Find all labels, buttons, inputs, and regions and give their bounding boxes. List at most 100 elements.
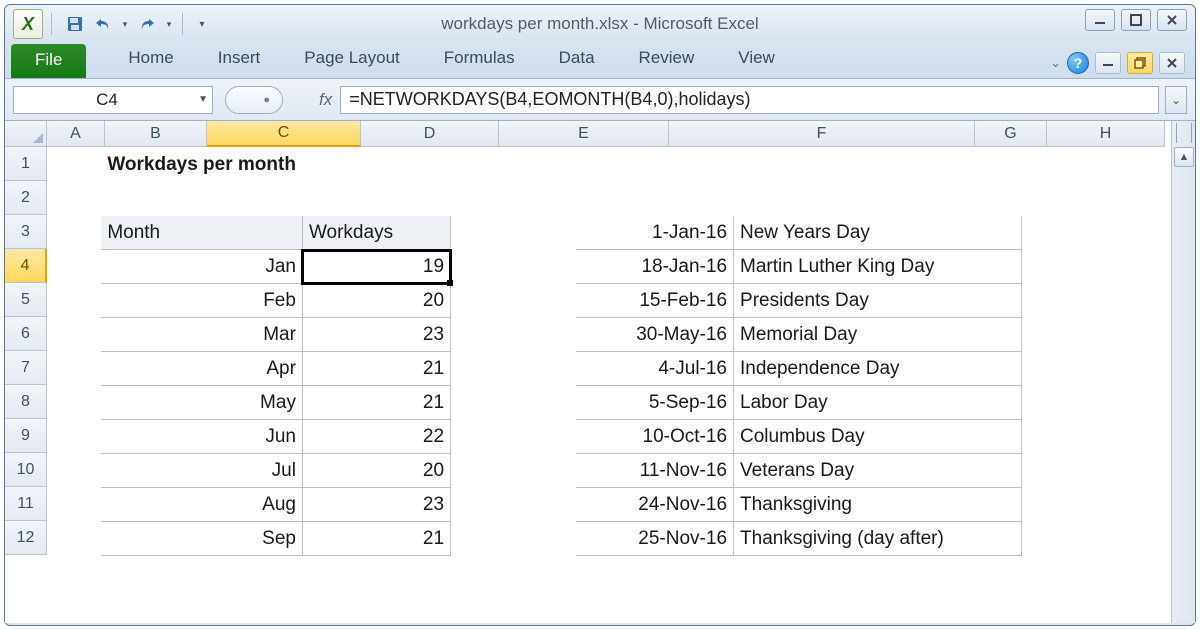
undo-icon[interactable] (90, 11, 116, 37)
cell-G12[interactable] (1022, 522, 1088, 556)
cell-F4[interactable]: Martin Luther King Day (734, 250, 1022, 284)
cell-B11[interactable]: Aug (101, 488, 303, 522)
cell-D12[interactable] (451, 522, 576, 556)
cell-C5[interactable]: 20 (302, 284, 450, 318)
cell-D11[interactable] (451, 488, 576, 522)
cell-C7[interactable]: 21 (302, 352, 450, 386)
cell-F2[interactable] (734, 182, 1022, 216)
cell-E11[interactable]: 24-Nov-16 (575, 488, 733, 522)
minimize-button[interactable] (1085, 9, 1115, 31)
cell-F5[interactable]: Presidents Day (734, 284, 1022, 318)
cell-C9[interactable]: 22 (302, 420, 450, 454)
row-header-2[interactable]: 2 (5, 181, 47, 215)
cell-D8[interactable] (451, 386, 576, 420)
cell-F11[interactable]: Thanksgiving (734, 488, 1022, 522)
cell-G2[interactable] (1022, 182, 1088, 216)
workbook-close-button[interactable] (1159, 52, 1185, 74)
cell-G3[interactable] (1022, 216, 1088, 250)
cell-B1[interactable]: Workdays per month (101, 148, 303, 182)
cell-B7[interactable]: Apr (101, 352, 303, 386)
cell-D9[interactable] (451, 420, 576, 454)
cell-A1[interactable] (48, 148, 101, 182)
column-header-F[interactable]: F (669, 121, 975, 147)
cell-C11[interactable]: 23 (302, 488, 450, 522)
cell-E2[interactable] (575, 182, 733, 216)
cell-A2[interactable] (48, 182, 101, 216)
column-header-B[interactable]: B (105, 121, 207, 147)
cell-B8[interactable]: May (101, 386, 303, 420)
cell-E1[interactable] (575, 148, 733, 182)
cell-C10[interactable]: 20 (302, 454, 450, 488)
tab-formulas[interactable]: Formulas (422, 42, 537, 78)
cell-G4[interactable] (1022, 250, 1088, 284)
row-header-4[interactable]: 4 (5, 249, 47, 283)
tab-data[interactable]: Data (537, 42, 617, 78)
column-header-H[interactable]: H (1047, 121, 1165, 147)
cell-B4[interactable]: Jan (101, 250, 303, 284)
maximize-button[interactable] (1121, 9, 1151, 31)
cell-A3[interactable] (48, 216, 101, 250)
cell-G6[interactable] (1022, 318, 1088, 352)
cell-G5[interactable] (1022, 284, 1088, 318)
cell-D5[interactable] (451, 284, 576, 318)
cell-F1[interactable] (734, 148, 1022, 182)
select-all-corner[interactable] (5, 121, 47, 147)
cell-G1[interactable] (1022, 148, 1088, 182)
tab-view[interactable]: View (716, 42, 797, 78)
close-button[interactable] (1157, 9, 1187, 31)
cell-D4[interactable] (451, 250, 576, 284)
cell-C8[interactable]: 21 (302, 386, 450, 420)
cell-C2[interactable] (302, 182, 450, 216)
row-header-11[interactable]: 11 (5, 487, 47, 521)
cell-B2[interactable] (101, 182, 303, 216)
tab-review[interactable]: Review (617, 42, 717, 78)
cell-E6[interactable]: 30-May-16 (575, 318, 733, 352)
row-header-1[interactable]: 1 (5, 147, 47, 181)
cell-A10[interactable] (48, 454, 101, 488)
cell-A9[interactable] (48, 420, 101, 454)
cell-G11[interactable] (1022, 488, 1088, 522)
cell-E4[interactable]: 18-Jan-16 (575, 250, 733, 284)
cell-E3[interactable]: 1-Jan-16 (575, 216, 733, 250)
cell-B5[interactable]: Feb (101, 284, 303, 318)
cell-F10[interactable]: Veterans Day (734, 454, 1022, 488)
cell-E9[interactable]: 10-Oct-16 (575, 420, 733, 454)
cell-E7[interactable]: 4-Jul-16 (575, 352, 733, 386)
cell-B12[interactable]: Sep (101, 522, 303, 556)
cell-A5[interactable] (48, 284, 101, 318)
row-header-9[interactable]: 9 (5, 419, 47, 453)
column-header-G[interactable]: G (975, 121, 1047, 147)
cell-F6[interactable]: Memorial Day (734, 318, 1022, 352)
cell-F7[interactable]: Independence Day (734, 352, 1022, 386)
cell-E10[interactable]: 11-Nov-16 (575, 454, 733, 488)
row-header-10[interactable]: 10 (5, 453, 47, 487)
cell-G8[interactable] (1022, 386, 1088, 420)
tab-page-layout[interactable]: Page Layout (282, 42, 421, 78)
cell-A4[interactable] (48, 250, 101, 284)
cell-E8[interactable]: 5-Sep-16 (575, 386, 733, 420)
tab-home[interactable]: Home (106, 42, 195, 78)
ribbon-min-chevron-icon[interactable]: ⌄ (1050, 55, 1061, 71)
cell-D2[interactable] (451, 182, 576, 216)
cell-G7[interactable] (1022, 352, 1088, 386)
file-tab[interactable]: File (11, 44, 86, 78)
row-header-6[interactable]: 6 (5, 317, 47, 351)
column-header-D[interactable]: D (361, 121, 499, 147)
save-icon[interactable] (62, 11, 88, 37)
formula-input[interactable]: =NETWORKDAYS(B4,EOMONTH(B4,0),holidays) (340, 86, 1159, 114)
qat-customize-icon[interactable]: ▾ (189, 11, 215, 37)
cell-A12[interactable] (48, 522, 101, 556)
row-header-3[interactable]: 3 (5, 215, 47, 249)
cell-D6[interactable] (451, 318, 576, 352)
row-header-5[interactable]: 5 (5, 283, 47, 317)
cell-D10[interactable] (451, 454, 576, 488)
redo-dropdown-icon[interactable]: ▾ (162, 11, 176, 37)
column-header-A[interactable]: A (47, 121, 105, 147)
excel-app-icon[interactable]: X (13, 9, 43, 39)
workbook-restore-button[interactable] (1127, 52, 1153, 74)
workbook-minimize-button[interactable] (1095, 52, 1121, 74)
row-header-8[interactable]: 8 (5, 385, 47, 419)
expand-formula-bar-icon[interactable]: ⌄ (1165, 86, 1187, 114)
cell-F8[interactable]: Labor Day (734, 386, 1022, 420)
undo-dropdown-icon[interactable]: ▾ (118, 11, 132, 37)
